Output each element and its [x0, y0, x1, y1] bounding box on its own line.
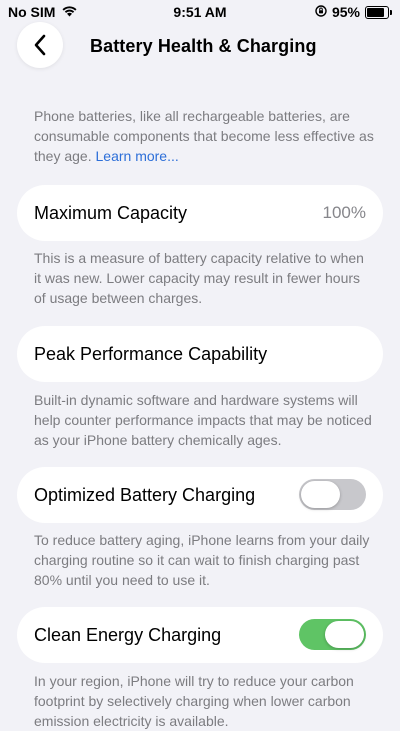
clean-energy-label: Clean Energy Charging	[34, 625, 222, 645]
optimized-charging-toggle[interactable]	[299, 479, 366, 510]
peak-performance-cell[interactable]: Peak Performance Capability	[17, 326, 383, 382]
page-title: Battery Health & Charging	[90, 36, 317, 56]
back-button[interactable]	[17, 22, 63, 68]
optimized-charging-footnote: To reduce battery aging, iPhone learns f…	[34, 532, 370, 588]
optimized-charging-cell: Optimized Battery Charging	[17, 467, 383, 523]
intro-text: Phone batteries, like all rechargeable b…	[34, 106, 374, 166]
battery-percent: 95%	[331, 4, 360, 20]
toggle-knob	[325, 621, 364, 648]
status-right: 95%	[315, 4, 392, 20]
maximum-capacity-label: Maximum Capacity	[34, 203, 188, 223]
learn-more-link[interactable]: Learn more...	[96, 148, 179, 164]
toggle-knob	[301, 481, 340, 508]
intro-body: Phone batteries, like all rechargeable b…	[34, 108, 374, 164]
clean-energy-footnote: In your region, iPhone will try to reduc…	[34, 673, 354, 729]
clean-energy-toggle[interactable]	[299, 619, 366, 650]
orientation-lock-icon	[315, 4, 327, 20]
battery-fill	[367, 7, 384, 17]
maximum-capacity-cell: Maximum Capacity 100%	[17, 185, 383, 241]
peak-performance-footnote: Built-in dynamic software and hardware s…	[34, 392, 372, 448]
chevron-left-icon	[34, 34, 46, 56]
clean-energy-cell: Clean Energy Charging	[17, 607, 383, 663]
navigation-bar: Battery Health & Charging	[0, 20, 400, 76]
maximum-capacity-value: 100%	[322, 203, 366, 222]
battery-cap	[390, 9, 392, 15]
optimized-charging-label: Optimized Battery Charging	[34, 485, 256, 505]
maximum-capacity-footnote: This is a measure of battery capacity re…	[34, 250, 364, 306]
peak-performance-label: Peak Performance Capability	[34, 344, 268, 364]
battery-icon	[365, 5, 389, 19]
